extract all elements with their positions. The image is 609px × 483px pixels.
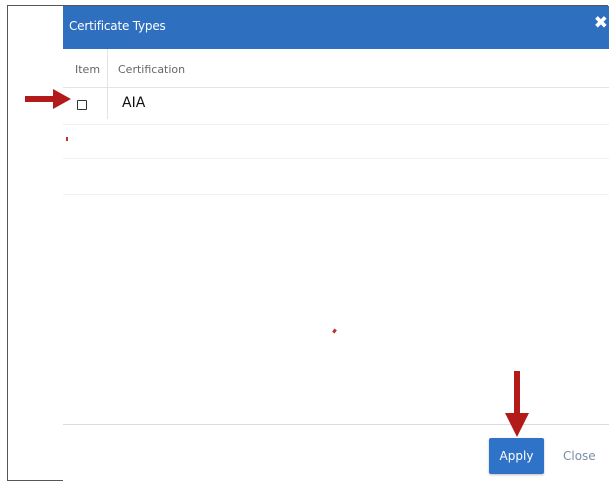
arrow-down-icon (505, 371, 529, 437)
column-divider (107, 49, 108, 119)
dialog-header: Certificate Types ✖ (63, 6, 609, 49)
close-icon[interactable]: ✖ (594, 15, 608, 32)
close-button[interactable]: Close (563, 449, 596, 463)
column-header-certification: Certification (118, 63, 186, 76)
row-divider (63, 124, 609, 125)
row-divider (63, 158, 609, 159)
speck (66, 137, 68, 141)
row-divider (63, 194, 609, 195)
row-checkbox-aia[interactable] (77, 100, 87, 110)
column-header-item: Item (75, 63, 101, 76)
arrow-right-icon (25, 89, 71, 109)
dialog-title: Certificate Types (69, 19, 166, 33)
row-label-aia: AIA (122, 95, 146, 111)
apply-button[interactable]: Apply (489, 438, 544, 474)
